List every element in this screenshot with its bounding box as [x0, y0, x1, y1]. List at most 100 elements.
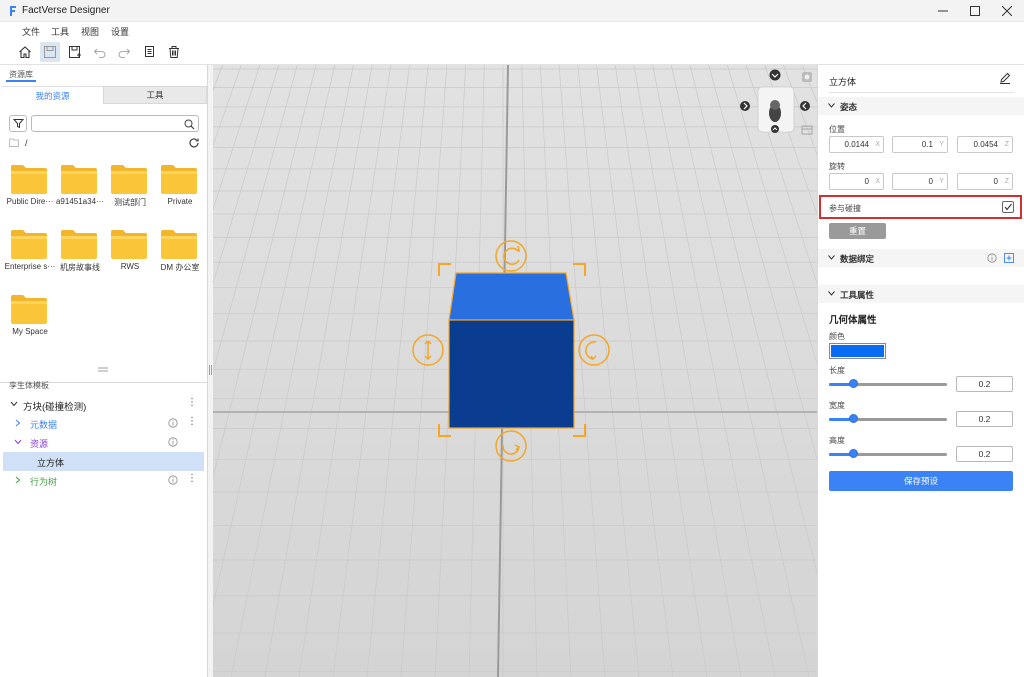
more-icon[interactable]: ⋮: [187, 473, 197, 484]
tree-item-label: 资源: [30, 439, 49, 449]
home-icon: [19, 46, 31, 59]
tab-tools[interactable]: 工具: [103, 86, 207, 104]
search-input[interactable]: [31, 115, 199, 132]
folder-item[interactable]: RWS: [110, 228, 150, 271]
position-y-input[interactable]: 0.1 Y: [892, 136, 948, 153]
reset-button[interactable]: 重置: [829, 223, 886, 239]
folder-item[interactable]: a91451a34···: [56, 163, 104, 206]
tree-item-resources[interactable]: 资源: [0, 433, 208, 452]
save-preset-button[interactable]: 保存预设: [829, 471, 1013, 491]
more-icon[interactable]: ⋮: [187, 416, 197, 427]
delete-button[interactable]: [164, 42, 184, 62]
folder-icon: [111, 230, 147, 259]
more-icon[interactable]: ⋮: [187, 397, 197, 408]
info-icon[interactable]: [168, 475, 178, 485]
title-bar: FactVerse Designer: [0, 0, 1024, 22]
folder-label: 机房故事线: [60, 263, 100, 272]
rotation-z-input[interactable]: 0 Z: [957, 173, 1013, 190]
undo-icon: [93, 48, 106, 59]
save-as-button[interactable]: [65, 42, 85, 62]
chevron-right-icon: [15, 419, 21, 427]
trash-icon: [169, 46, 179, 58]
save-button[interactable]: [40, 42, 60, 62]
folder-item[interactable]: Private: [160, 163, 200, 206]
height-slider[interactable]: [829, 449, 947, 459]
refresh-icon[interactable]: [188, 137, 200, 149]
tab-my-resources[interactable]: 我的资源: [2, 86, 103, 104]
app-logo-icon: [10, 6, 16, 16]
cube-object[interactable]: [448, 272, 575, 429]
info-icon[interactable]: [168, 418, 178, 428]
rotation-x-input[interactable]: 0 X: [829, 173, 884, 190]
menu-tools[interactable]: 工具: [51, 25, 69, 38]
color-swatch: [831, 345, 884, 357]
library-underline: [6, 80, 36, 82]
add-icon[interactable]: [1004, 253, 1014, 263]
edit-icon[interactable]: [999, 72, 1011, 84]
save-as-icon: [69, 46, 81, 58]
info-icon[interactable]: [987, 253, 997, 263]
tree-item-behavior[interactable]: 行为树 ⋮: [0, 471, 208, 490]
folder-label: DM 办公室: [160, 263, 200, 272]
folder-item[interactable]: Public Dire···: [7, 163, 53, 206]
folder-label: Enterprise s···: [4, 262, 56, 271]
tree-item-label: 元数据: [30, 420, 58, 430]
axis-x-label: X: [875, 141, 880, 148]
resize-handle-icon[interactable]: [98, 367, 108, 372]
tree-root-label: 方块(碰撞检测): [23, 402, 87, 413]
section-posture-header[interactable]: 姿态: [818, 97, 1024, 115]
home-button[interactable]: [15, 42, 35, 62]
info-icon[interactable]: [168, 437, 178, 447]
length-label: 长度: [829, 366, 845, 375]
section-tool-props-header[interactable]: 工具属性: [818, 285, 1024, 303]
folder-item[interactable]: Enterprise s···: [5, 228, 55, 271]
maximize-button[interactable]: [958, 0, 992, 22]
position-x-input[interactable]: 0.0144 X: [829, 136, 884, 153]
rotation-y-input[interactable]: 0 Y: [892, 173, 948, 190]
folder-label: My Space: [12, 327, 48, 336]
close-button[interactable]: [990, 0, 1024, 22]
section-data-binding-title: 数据绑定: [840, 254, 875, 264]
position-z-input[interactable]: 0.0454 Z: [957, 136, 1013, 153]
folder-item[interactable]: 机房故事线: [60, 228, 100, 273]
folder-icon: [11, 165, 47, 194]
folder-item[interactable]: 测试部门: [110, 163, 150, 208]
slider-thumb[interactable]: [849, 414, 858, 423]
section-data-binding-header[interactable]: 数据绑定: [818, 249, 1024, 267]
slider-thumb[interactable]: [849, 449, 858, 458]
geometry-title: 几何体属性: [829, 315, 877, 326]
slider-thumb[interactable]: [849, 379, 858, 388]
folder-icon: [61, 165, 97, 194]
width-input[interactable]: 0.2: [956, 411, 1013, 427]
scene-canvas[interactable]: [213, 65, 817, 677]
redo-button[interactable]: [114, 42, 134, 62]
filter-button[interactable]: [9, 115, 27, 132]
length-slider[interactable]: [829, 379, 947, 389]
width-slider[interactable]: [829, 414, 947, 424]
search-icon: [184, 119, 195, 130]
position-y-value: 0.1: [921, 140, 933, 149]
folder-item[interactable]: DM 办公室: [160, 228, 200, 273]
chevron-down-icon: [10, 401, 18, 407]
color-picker[interactable]: [829, 343, 886, 359]
menu-view[interactable]: 视图: [81, 25, 99, 38]
length-input[interactable]: 0.2: [956, 376, 1013, 392]
height-input[interactable]: 0.2: [956, 446, 1013, 462]
color-label: 颜色: [829, 332, 845, 341]
tree-item-metadata[interactable]: 元数据 ⋮: [0, 414, 208, 433]
minimize-button[interactable]: [926, 0, 960, 22]
folder-item[interactable]: My Space: [10, 293, 50, 336]
collision-label: 参与碰撞: [829, 204, 861, 213]
tree-item-cube[interactable]: 立方体: [3, 452, 204, 471]
menu-file[interactable]: 文件: [22, 25, 40, 38]
copy-button[interactable]: [139, 42, 159, 62]
chevron-down-icon: [828, 103, 835, 108]
scene-viewport[interactable]: [213, 65, 817, 677]
chevron-down-icon: [828, 291, 835, 296]
tree-root[interactable]: 方块(碰撞检测) ⋮: [0, 395, 208, 414]
camera-settings-icon[interactable]: [802, 72, 812, 82]
toolbar: [0, 39, 1024, 65]
undo-button[interactable]: [90, 42, 110, 62]
menu-settings[interactable]: 设置: [111, 25, 129, 38]
collision-checkbox[interactable]: [1002, 201, 1014, 213]
